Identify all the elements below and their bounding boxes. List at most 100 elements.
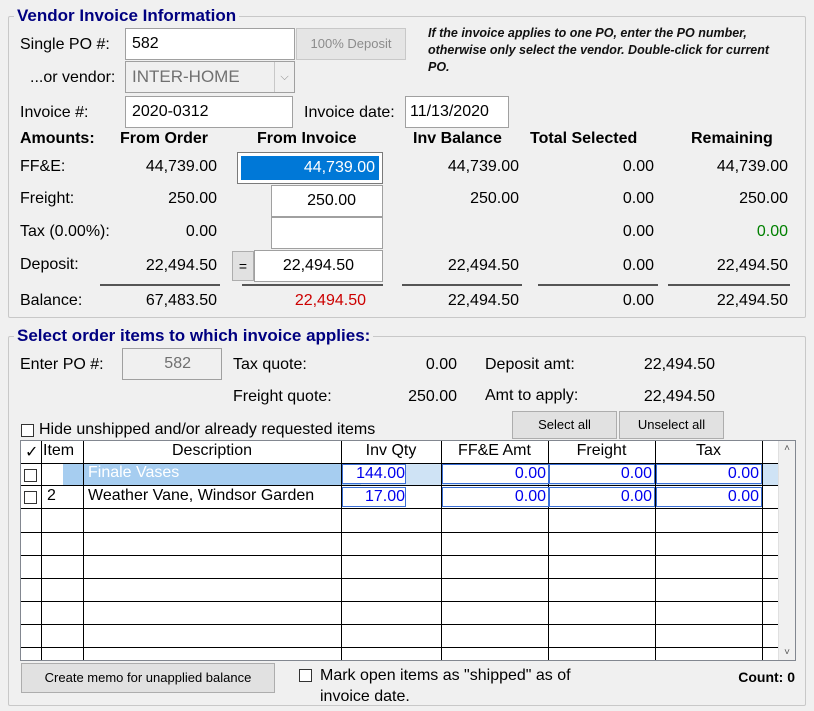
sum-line-from-order [100,284,220,286]
po-instructions-note: If the invoice applies to one PO, enter … [428,26,770,74]
grid-line [21,647,779,648]
deposit-remaining: 22,494.50 [716,257,788,274]
ffe-total-selected: 0.00 [622,158,654,175]
invoice-number-label: Invoice #: [20,104,89,121]
balance-inv-balance: 22,494.50 [447,292,519,309]
invoice-date-input[interactable]: 11/13/2020 [405,96,509,128]
row-2-item: 2 [47,487,56,504]
freight-quote-label: Freight quote: [233,388,332,405]
unselect-all-button[interactable]: Unselect all [619,411,724,439]
from-order-header: From Order [120,130,209,147]
deposit-amt-label: Deposit amt: [485,356,575,373]
sum-line-inv-balance [402,284,522,286]
amt-to-apply-label: Amt to apply: [485,387,579,404]
deposit-equals-button[interactable]: = [232,251,254,281]
ffe-remaining: 44,739.00 [716,158,788,175]
grid-line [21,624,779,625]
ffe-label: FF&E: [20,158,66,175]
mark-shipped-label-line2[interactable]: invoice date. [320,688,410,706]
vendor-invoice-title: Vendor Invoice Information [14,6,240,26]
grid-line [762,441,763,660]
row-1-ffe-amt[interactable]: 0.00 [442,464,549,484]
freight-from-order: 250.00 [168,190,217,207]
order-items-grid[interactable]: ✓ Item Description Inv Qty FF&E Amt Frei… [20,440,796,661]
select-all-button[interactable]: Select all [512,411,617,439]
tax-total-selected: 0.00 [622,223,654,240]
invoice-date-label: Invoice date: [304,104,395,121]
vendor-value: INTER-HOME [132,67,240,86]
from-invoice-header: From Invoice [257,130,357,147]
mark-shipped-label-line1[interactable]: Mark open items as "shipped" as of [320,667,571,685]
ffe-from-invoice-value: 44,739.00 [241,156,379,180]
create-memo-button[interactable]: Create memo for unapplied balance [21,663,275,693]
sum-line-total-selected [538,284,658,286]
row-2-checkbox[interactable] [24,491,37,504]
tax-quote-value: 0.00 [425,356,457,373]
row-2-inv-qty[interactable]: 17.00 [342,487,406,507]
balance-remaining: 22,494.50 [716,292,788,309]
grid-line [21,601,779,602]
col-header-check[interactable]: ✓ [25,442,38,462]
hide-unshipped-checkbox[interactable] [21,424,34,437]
freight-label: Freight: [20,190,75,207]
freight-quote-value: 250.00 [408,388,457,405]
row-1-freight[interactable]: 0.00 [549,464,655,484]
freight-remaining: 250.00 [739,190,788,207]
amt-to-apply-value: 22,494.50 [643,388,715,405]
order-items-title: Select order items to which invoice appl… [14,326,374,346]
balance-from-order: 67,483.50 [145,292,217,309]
vendor-select[interactable]: INTER-HOME ⌵ [125,61,295,93]
scroll-up-icon[interactable]: ˄ [779,443,795,454]
grid-line [21,532,779,533]
row-2-ffe-amt[interactable]: 0.00 [442,487,549,507]
deposit-label: Deposit: [20,256,79,273]
col-header-inv-qty[interactable]: Inv Qty [341,442,441,460]
row-1-checkbox[interactable] [24,469,37,482]
grid-line [21,555,779,556]
chevron-down-icon[interactable]: ⌵ [274,62,294,92]
row-1-item: 1 [47,464,56,481]
col-header-description[interactable]: Description [83,442,341,460]
row-2-inv-qty-value: 17.00 [364,488,405,505]
hide-unshipped-label[interactable]: Hide unshipped and/or already requested … [39,421,375,439]
tax-from-invoice-input[interactable] [271,217,383,249]
single-po-input[interactable]: 582 [125,28,295,60]
row-1-inv-qty-value: 144.00 [356,465,405,482]
enter-po-input[interactable]: 582 [122,348,222,380]
balance-label: Balance: [20,292,83,309]
tax-label: Tax (0.00%): [20,223,110,240]
sum-line-remaining [668,284,790,286]
ffe-inv-balance: 44,739.00 [447,158,519,175]
grid-scrollbar[interactable]: ˄ ˅ [778,441,795,660]
tax-quote-label: Tax quote: [233,356,307,373]
enter-po-label: Enter PO #: [20,356,104,373]
single-po-label: Single PO #: [20,36,110,53]
scroll-down-icon[interactable]: ˅ [779,647,795,658]
invoice-number-input[interactable]: 2020-0312 [125,96,293,128]
ffe-from-order: 44,739.00 [145,158,217,175]
ffe-from-invoice-input[interactable]: 44,739.00 [237,152,383,184]
tax-remaining: 0.00 [756,223,788,240]
col-header-freight[interactable]: Freight [548,442,655,460]
col-header-tax[interactable]: Tax [655,442,762,460]
grid-line [21,508,779,509]
col-header-item[interactable]: Item [43,442,74,460]
row-1-inv-qty[interactable]: 144.00 [342,464,406,484]
deposit-from-invoice-input[interactable]: 22,494.50 [254,250,383,282]
deposit-total-selected: 0.00 [622,257,654,274]
row-2-tax[interactable]: 0.00 [656,487,762,507]
deposit-amt-value: 22,494.50 [643,356,715,373]
freight-total-selected: 0.00 [622,190,654,207]
row-1-tax[interactable]: 0.00 [656,464,762,484]
deposit-inv-balance: 22,494.50 [447,257,519,274]
col-header-ffe-amt[interactable]: FF&E Amt [441,442,548,460]
mark-shipped-checkbox[interactable] [299,669,312,682]
remaining-header: Remaining [691,130,773,147]
balance-total-selected: 0.00 [622,292,654,309]
vendor-label: ...or vendor: [30,69,116,86]
freight-from-invoice-input[interactable]: 250.00 [271,185,383,217]
row-2-freight[interactable]: 0.00 [549,487,655,507]
grid-line [21,578,779,579]
deposit-100-button[interactable]: 100% Deposit [296,28,406,60]
amounts-header: Amounts: [20,130,95,147]
